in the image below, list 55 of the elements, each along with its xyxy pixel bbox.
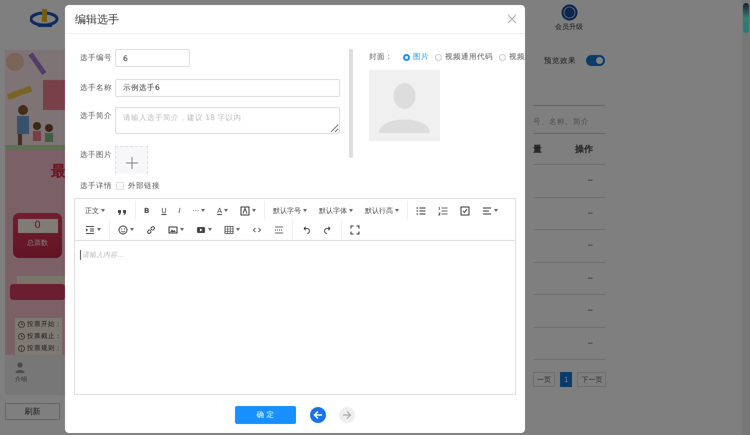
divider-line-icon — [274, 224, 284, 234]
caret-icon — [201, 209, 206, 212]
caret-icon — [252, 209, 256, 212]
more-actions-button[interactable]: ··· — [587, 241, 592, 250]
caret-icon — [101, 209, 105, 212]
more-actions-button[interactable]: ··· — [587, 338, 592, 348]
logo-icon — [30, 8, 60, 28]
form-scrollbar[interactable] — [349, 49, 353, 158]
bulleted-list-icon — [416, 206, 426, 216]
caret-icon — [130, 228, 134, 231]
indent-icon — [85, 224, 95, 234]
code-icon — [252, 224, 262, 234]
upload-button[interactable] — [115, 146, 148, 174]
link-icon — [146, 224, 156, 234]
dialog-title: 编辑选手 — [75, 12, 119, 26]
vip-badge-icon[interactable] — [560, 4, 578, 21]
caret-icon — [349, 209, 354, 212]
more-actions-button[interactable]: ··· — [587, 274, 592, 283]
emoji-icon — [118, 224, 128, 234]
scrollbar[interactable] — [742, 0, 750, 435]
undo-icon — [301, 224, 311, 234]
column-header: 操作 — [575, 144, 593, 156]
back-button[interactable] — [310, 407, 326, 423]
caret-icon — [208, 228, 212, 231]
refresh-button[interactable]: 刷新 — [5, 403, 60, 420]
align-icon — [482, 206, 492, 216]
caret-icon — [236, 228, 240, 231]
image-icon — [168, 224, 178, 234]
close-icon — [507, 14, 517, 24]
video-icon — [196, 224, 206, 234]
caret-icon — [224, 209, 228, 212]
caret-icon — [303, 209, 308, 212]
more-actions-button[interactable]: ··· — [587, 176, 592, 186]
checklist-icon — [460, 206, 470, 216]
table-icon — [224, 224, 234, 234]
fullscreen-icon — [350, 224, 360, 234]
caret-icon — [494, 209, 498, 212]
numbered-list-icon — [438, 206, 448, 216]
checkbox-box[interactable] — [116, 182, 124, 190]
column-header: 量 — [533, 144, 542, 156]
vote-count: 0 — [18, 219, 58, 233]
clock-icon — [18, 321, 25, 328]
caret-icon — [180, 228, 184, 231]
more-actions-button[interactable]: ··· — [587, 306, 592, 316]
poster-heading: 最 — [51, 163, 66, 179]
person-icon — [15, 362, 25, 373]
clock-icon — [18, 333, 25, 340]
caret-icon — [97, 228, 101, 231]
more-actions-button[interactable]: ··· — [587, 208, 592, 218]
avatar-placeholder-icon — [369, 70, 440, 141]
plus-icon — [126, 156, 138, 168]
redo-icon — [323, 224, 333, 234]
caret-icon — [395, 209, 400, 212]
toggle-switch[interactable] — [586, 55, 605, 66]
info-icon — [18, 345, 25, 352]
